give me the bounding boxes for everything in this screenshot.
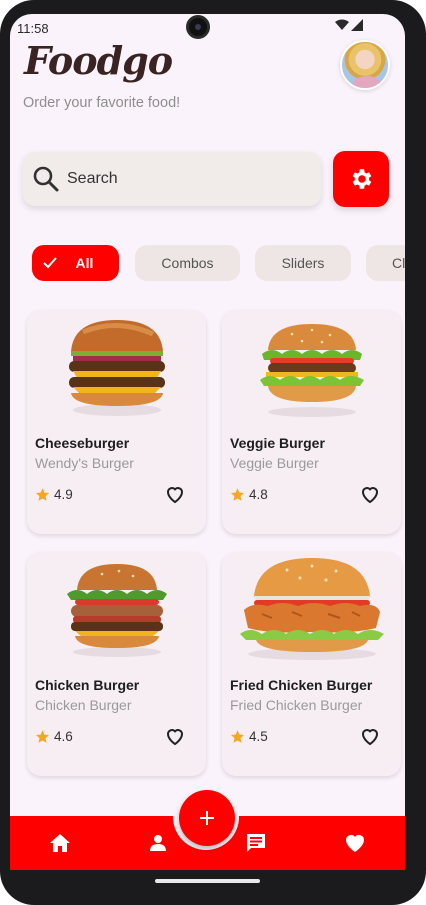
chip-label: All [75, 255, 94, 271]
veggie-burger-image [260, 324, 364, 417]
product-name: Cheeseburger [35, 435, 130, 451]
search-icon [33, 166, 59, 192]
chip-label: Combos [161, 255, 214, 271]
product-rating: 4.8 [249, 487, 268, 502]
app-screen: 11:58 Foodgo Order your favorite food! S… [10, 14, 405, 870]
chip-label: Sliders [281, 255, 325, 271]
search-bar[interactable] [23, 152, 321, 206]
product-brand: Wendy's Burger [35, 455, 134, 471]
heart-outline-icon[interactable] [358, 482, 382, 506]
star-icon [35, 730, 50, 743]
search-input[interactable] [67, 152, 307, 206]
signal-icon [351, 19, 363, 31]
star-icon [230, 730, 245, 743]
product-name: Chicken Burger [35, 677, 140, 693]
check-icon [43, 257, 57, 269]
front-camera [186, 15, 210, 39]
plus-icon [200, 811, 214, 825]
product-name: Fried Chicken Burger [230, 677, 373, 693]
star-icon [35, 488, 50, 501]
avatar-figure [352, 76, 382, 88]
star-icon [230, 488, 245, 501]
gear-icon [352, 169, 372, 189]
chicken-burger-image [67, 564, 167, 657]
chat-icon[interactable] [244, 831, 268, 855]
product-card[interactable]: Cheeseburger Wendy's Burger 4.9 [27, 310, 206, 534]
product-brand: Veggie Burger [230, 455, 319, 471]
brand-logo: Foodgo [24, 38, 173, 83]
product-rating: 4.5 [249, 729, 268, 744]
chip-combos[interactable]: Combos [135, 245, 240, 281]
device-frame: 11:58 Foodgo Order your favorite food! S… [0, 0, 426, 905]
fried-chicken-burger-image [240, 558, 384, 660]
heart-outline-icon[interactable] [163, 482, 187, 506]
heart-outline-icon[interactable] [163, 724, 187, 748]
category-chips: All Combos Sliders Cl [32, 245, 405, 281]
settings-button[interactable] [333, 151, 389, 207]
product-brand: Fried Chicken Burger [230, 697, 363, 713]
product-rating: 4.9 [54, 487, 73, 502]
product-card[interactable]: Fried Chicken Burger Fried Chicken Burge… [222, 552, 401, 776]
heart-outline-icon[interactable] [358, 724, 382, 748]
product-name: Veggie Burger [230, 435, 325, 451]
cheeseburger-image [69, 320, 165, 416]
chip-label: Cl [392, 255, 405, 271]
chip-more[interactable]: Cl [366, 245, 405, 281]
home-icon[interactable] [48, 831, 72, 855]
gesture-bar[interactable] [155, 879, 260, 883]
chip-sliders[interactable]: Sliders [255, 245, 351, 281]
profile-icon[interactable] [146, 831, 170, 855]
avatar[interactable] [340, 40, 390, 90]
product-brand: Chicken Burger [35, 697, 132, 713]
product-card[interactable]: Chicken Burger Chicken Burger 4.6 [27, 552, 206, 776]
wifi-icon [335, 19, 349, 30]
status-time: 11:58 [17, 21, 49, 36]
add-button[interactable] [179, 790, 235, 846]
product-card[interactable]: Veggie Burger Veggie Burger 4.8 [222, 310, 401, 534]
product-rating: 4.6 [54, 729, 73, 744]
heart-icon[interactable] [343, 831, 367, 855]
tagline: Order your favorite food! [23, 95, 181, 111]
chip-all[interactable]: All [32, 245, 119, 281]
status-icons [335, 19, 363, 31]
